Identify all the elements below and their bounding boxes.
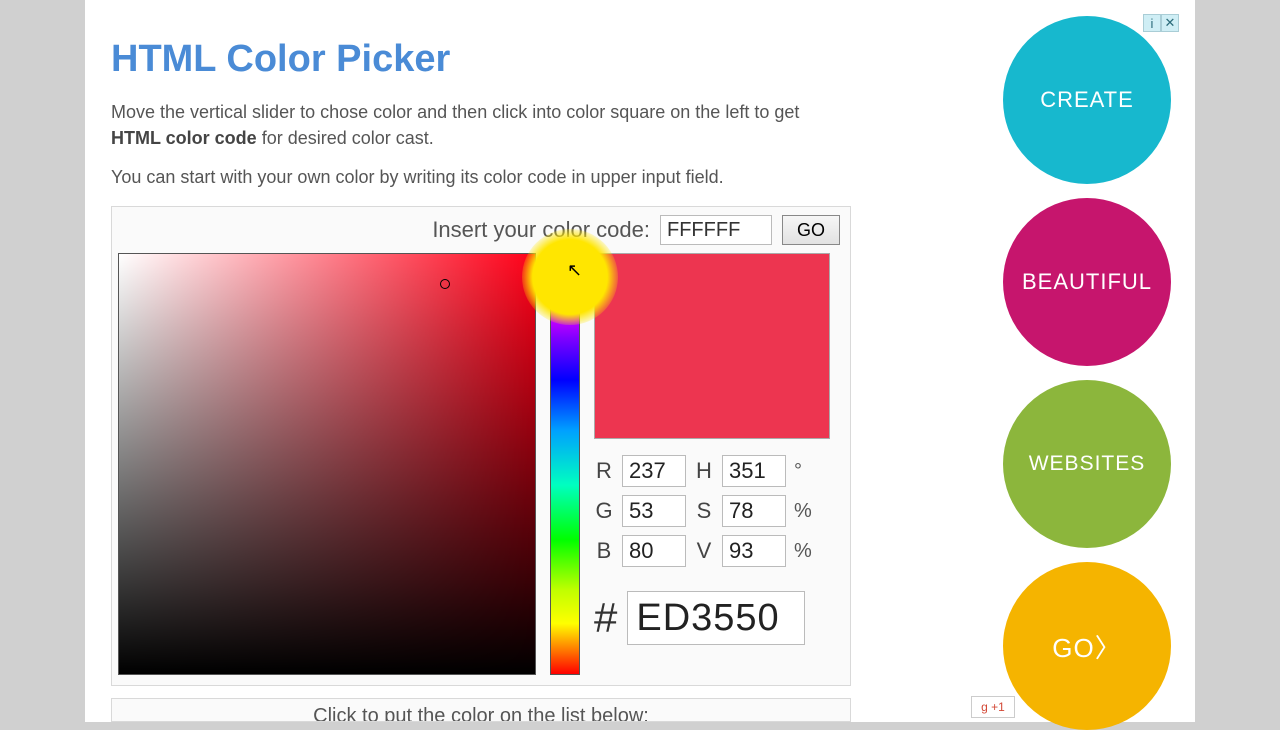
v-label: V	[694, 538, 714, 564]
r-input[interactable]	[622, 455, 686, 487]
s-unit: %	[794, 500, 812, 523]
color-swatch	[594, 253, 830, 439]
s-input[interactable]	[722, 495, 786, 527]
footer-hint: Click to put the color on the list below…	[111, 698, 851, 722]
g-label: G	[594, 498, 614, 524]
picker-readout: R H ° G S % B	[594, 253, 844, 675]
ad-circle-beautiful[interactable]: BEAUTIFUL	[1003, 198, 1171, 366]
intro-bold: HTML color code	[111, 128, 257, 148]
ad-info-icon[interactable]: i	[1143, 14, 1161, 32]
h-input[interactable]	[722, 455, 786, 487]
b-input[interactable]	[622, 535, 686, 567]
h-label: H	[694, 458, 714, 484]
r-label: R	[594, 458, 614, 484]
v-input[interactable]	[722, 535, 786, 567]
ad-close-icon[interactable]: ✕	[1161, 14, 1179, 32]
s-label: S	[694, 498, 714, 524]
hex-input[interactable]	[627, 591, 805, 645]
hue-slider[interactable]: ↖	[550, 253, 580, 675]
saturation-value-square[interactable]	[118, 253, 536, 675]
ad-circle-create[interactable]: CREATE	[1003, 16, 1171, 184]
google-plus-badge[interactable]: g +1	[971, 696, 1015, 718]
sv-cursor-icon	[440, 279, 450, 289]
color-code-input[interactable]	[660, 215, 772, 245]
insert-label: Insert your color code:	[432, 217, 650, 243]
h-unit: °	[794, 460, 812, 483]
hue-thumb-icon[interactable]	[545, 257, 585, 267]
color-picker-panel: Insert your color code: GO ↖ R H	[111, 206, 851, 686]
insert-bar: Insert your color code: GO	[112, 207, 850, 253]
ad-column: i ✕ CREATE BEAUTIFUL WEBSITES GO〉	[997, 16, 1177, 730]
g-input[interactable]	[622, 495, 686, 527]
intro-before: Move the vertical slider to chose color …	[111, 102, 799, 122]
picker-body: ↖ R H ° G S	[112, 253, 850, 685]
ad-controls: i ✕	[1143, 14, 1179, 32]
go-button[interactable]: GO	[782, 215, 840, 245]
b-label: B	[594, 538, 614, 564]
intro-after: for desired color cast.	[257, 128, 434, 148]
ad-circle-go[interactable]: GO〉	[1003, 562, 1171, 730]
page: HTML Color Picker Move the vertical slid…	[85, 0, 1195, 722]
ad-circle-websites[interactable]: WEBSITES	[1003, 380, 1171, 548]
v-unit: %	[794, 540, 812, 563]
hex-hash: #	[594, 594, 617, 642]
value-grid: R H ° G S % B	[594, 455, 844, 645]
intro-text: Move the vertical slider to chose color …	[111, 99, 831, 151]
